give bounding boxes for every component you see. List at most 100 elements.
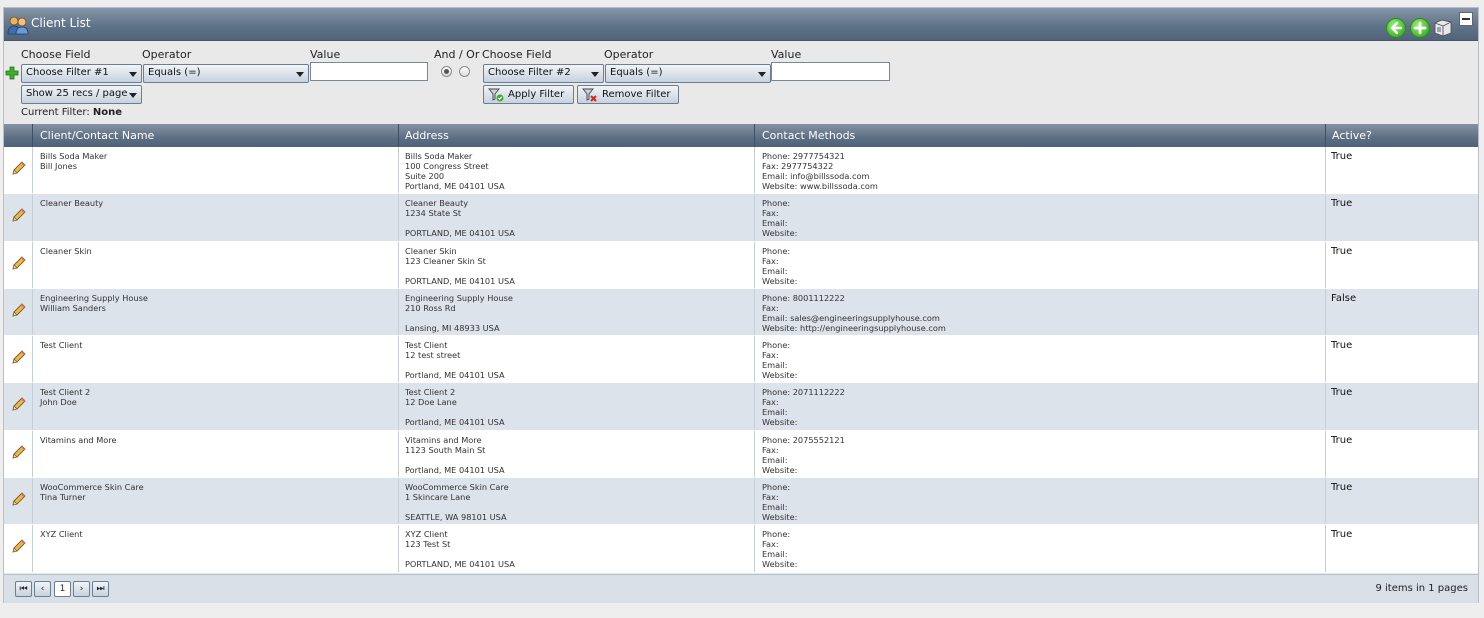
edit-pencil-icon[interactable] [11,160,27,176]
contact-methods-cell-line: Website: [762,559,798,570]
filter2-value-input[interactable] [771,62,890,81]
filter2-operator-select[interactable]: Equals (=) [605,64,771,83]
contact-methods-cell: Phone: 2075552121 Fax: Email: Website: [762,435,845,475]
remove-filter-icon [582,88,597,102]
table-row: Vitamins and More Vitamins and More 1123 S… [4,430,1478,479]
apply-filter-icon [488,88,504,102]
contact-methods-cell-line: Fax: 2977754322 [762,161,834,171]
address-cell-line: 123 Test St [405,539,451,550]
active-cell: True [1331,151,1353,162]
contact-methods-cell-line: Fax: [762,492,779,503]
edit-pencil-icon[interactable] [11,207,27,223]
chevron-down-icon [129,72,137,77]
client-name-cell-line: Vitamins and More [40,434,117,445]
table-row: Test Client Test Client 12 test street Por… [4,336,1478,384]
header-address[interactable]: Address [405,129,449,142]
address-cell-line: PORTLAND, ME 04101 USA [405,275,515,286]
contact-methods-cell-line: Email: [762,407,788,418]
address-cell-line: Bills Soda Maker [405,151,473,161]
address-cell-line: Portland, ME 04101 USA [405,370,505,381]
remove-filter-button[interactable]: Remove Filter [577,85,679,104]
contact-methods-cell-line: Fax: [762,255,779,266]
contact-methods-cell: Phone: Fax: Email: Website: [762,198,797,238]
filter1-field-select[interactable]: Choose Filter #1 [21,64,142,83]
contact-methods-cell-line: Phone: 2071112222 [762,387,845,398]
address-cell-line: Portland, ME 04101 USA [405,417,505,428]
client-name-cell-line: John Doe [40,397,77,408]
contact-methods-cell-line: Website: [762,512,798,523]
edit-pencil-icon[interactable] [11,444,27,460]
table-row: Bills Soda Maker Bill Jones Bills Soda Mak… [4,147,1478,195]
address-cell-line: Test Client [405,340,448,351]
contact-methods-cell-line: Fax: [762,208,779,219]
header-active[interactable]: Active? [1332,129,1372,142]
address-cell-line: 123 Cleaner Skin St [405,255,486,266]
remove-filter-label: Remove Filter [602,89,671,100]
client-name-cell: Engineering Supply House William Sanders [40,293,148,313]
header-client-name[interactable]: Client/Contact Name [40,129,154,142]
client-name-cell-line: William Sanders [40,302,106,313]
contact-methods-cell-line: Phone: 2075552121 [762,434,845,445]
edit-pencil-icon[interactable] [11,302,27,318]
active-cell: True [1331,529,1353,541]
next-page-button[interactable]: › [73,581,90,597]
edit-pencil-icon[interactable] [11,349,27,365]
grid-body: Bills Soda Maker Bill Jones Bills Soda Mak… [4,147,1478,573]
current-filter-value: None [92,107,123,118]
edit-pencil-icon[interactable] [11,491,27,507]
address-cell-line [405,313,513,323]
last-page-button[interactable]: ⏭ [92,581,109,597]
client-name-cell: Test Client [40,340,82,350]
filter2-operator-label: Operator [604,48,654,61]
client-name-cell: WooCommerce Skin Care Tina Turner [40,482,144,502]
page-number-button[interactable]: 1 [54,581,71,597]
filter2-value-label: Value [771,48,802,61]
contact-methods-cell-line: Website: [762,464,798,475]
address-cell: XYZ Client 123 Test St PORTLAND, ME 04101… [405,529,515,569]
address-cell-line: 100 Congress Street [405,161,489,171]
apply-filter-label: Apply Filter [508,89,565,100]
address-cell: Test Client 12 test street Portland, ME 0… [405,340,505,380]
back-button[interactable] [1386,18,1406,38]
address-cell-line [405,455,505,465]
address-cell: WooCommerce Skin Care 1 Skincare Lane SEA… [405,482,509,522]
address-cell-line [405,218,515,228]
active-cell: True [1331,482,1353,494]
header-contact-methods[interactable]: Contact Methods [762,129,855,142]
edit-pencil-icon[interactable] [11,538,27,554]
box-icon[interactable] [1432,17,1454,37]
apply-filter-button[interactable]: Apply Filter [483,85,574,104]
minimize-icon[interactable] [1459,12,1473,26]
contact-methods-cell-line: Email: [762,265,788,276]
add-client-button[interactable] [1410,18,1430,38]
address-cell-line: Cleaner Skin [405,245,457,256]
filter1-field-value: Choose Filter #1 [26,67,109,78]
and-or-label: And / Or [434,48,480,61]
page-size-value: Show 25 recs / page [26,88,128,99]
first-page-button[interactable]: ⏮ [15,581,32,597]
contact-methods-cell: Phone: 2977754321 Fax: 2977754322 Email: i… [762,151,878,191]
filter2-field-select[interactable]: Choose Filter #2 [483,64,604,83]
client-name-cell-line: WooCommerce Skin Care [40,482,144,493]
address-cell-line: Engineering Supply House [405,292,513,303]
edit-pencil-icon[interactable] [11,396,27,412]
or-radio[interactable] [459,66,470,77]
window-title: Client List [31,16,91,30]
add-filter-icon[interactable] [5,66,19,80]
client-name-cell: Test Client 2 John Doe [40,387,90,407]
page-size-select[interactable]: Show 25 recs / page [21,85,142,104]
pager-info: 9 items in 1 pages [1375,583,1468,594]
add-icon [1413,21,1427,35]
contact-methods-cell: Phone: 2071112222 Fax: Email: Website: [762,387,845,427]
prev-page-button[interactable]: ‹ [34,581,51,597]
active-cell: True [1331,340,1353,352]
client-name-cell: Bills Soda Maker Bill Jones [40,151,107,171]
address-cell-line: WooCommerce Skin Care [405,482,509,493]
client-name-cell-line: Test Client [40,340,83,351]
and-radio[interactable] [441,66,452,77]
chevron-down-icon [296,72,304,77]
address-cell-line: 12 Doe Lane [405,397,457,408]
edit-pencil-icon[interactable] [11,255,27,271]
filter1-operator-select[interactable]: Equals (=) [143,64,309,83]
filter1-value-input[interactable] [310,62,428,81]
